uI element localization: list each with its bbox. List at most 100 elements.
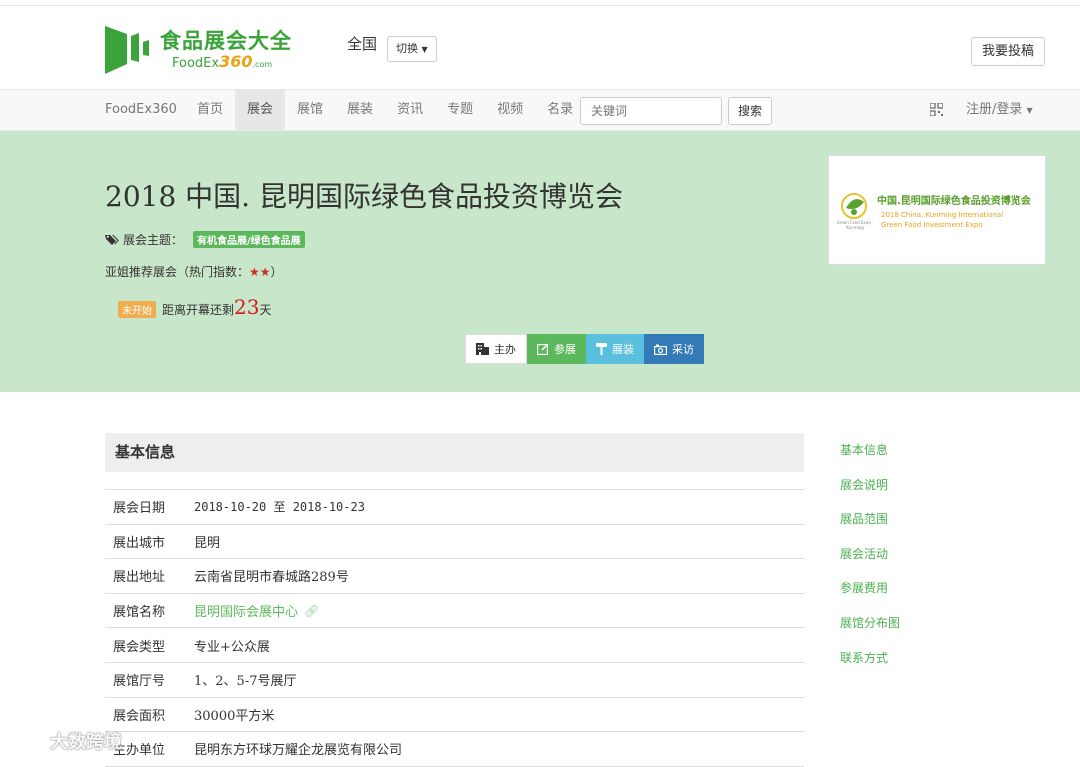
row-value: 专业+公众展 (194, 639, 270, 655)
search-button[interactable]: 搜索 (728, 97, 773, 125)
expo-hero: 2018 中国. 昆明国际绿色食品投资博览会 展会主题： 有机食品展/绿色食品展… (0, 131, 1080, 392)
site-logo[interactable]: 食品展会大全 FoodEx360.com (105, 22, 295, 74)
row-value: 2018-10-20 至 2018-10-23 (194, 500, 365, 515)
nav-item-news[interactable]: 资讯 (385, 90, 435, 130)
poster-logo-text: Green Food Expo · Kunming (836, 220, 874, 230)
host-label: 主办 (494, 343, 516, 356)
interview-button[interactable]: 采访 (644, 334, 704, 364)
row-label: 展会面积 (113, 708, 166, 724)
logo-en-prefix: FoodEx (172, 56, 220, 71)
row-value: 1、2、5-7号展厅 (194, 674, 297, 690)
site-header: 食品展会大全 FoodEx360.com 全国 切换 ▼ 我要投稿 (0, 6, 1080, 89)
countdown-prefix: 距离开幕还剩 (162, 303, 235, 317)
countdown-days: 23 (234, 295, 260, 319)
nav-item-directory[interactable]: 名录 (535, 90, 585, 130)
nav-item-venue[interactable]: 展馆 (285, 90, 335, 130)
side-nav-activities[interactable]: 展会活动 (840, 544, 900, 579)
host-button[interactable]: 主办 (465, 334, 527, 364)
status-badge: 未开始 (118, 301, 156, 318)
recommend-close: ） (270, 265, 283, 279)
recommend-line: 亚姐推荐展会（热门指数：★★） (105, 263, 283, 280)
row-label: 展会类型 (113, 639, 166, 655)
expo-action-group: 主办 参展 展装 采访 (465, 334, 704, 364)
nav-item-video[interactable]: 视频 (485, 90, 535, 130)
qr-code-icon[interactable] (930, 103, 943, 116)
logo-en-num: 360 (219, 52, 253, 71)
green-food-logo-icon (841, 193, 867, 219)
table-row: 展馆名称 昆明国际会展中心 🔗︎ (105, 594, 804, 629)
row-label: 展出城市 (113, 535, 166, 551)
venue-link[interactable]: 昆明国际会展中心 (194, 601, 298, 620)
row-value: 昆明 (194, 535, 221, 551)
nav-item-booth[interactable]: 展装 (335, 90, 385, 130)
side-nav-basic-info[interactable]: 基本信息 (840, 440, 900, 475)
watermark: 大数跨境 (10, 728, 122, 754)
building-icon (476, 343, 489, 355)
countdown: 未开始 距离开幕还剩 23 天 (118, 295, 271, 319)
hot-stars: ★★ (249, 265, 271, 279)
table-row: 展会面积 30000平方米 (105, 698, 804, 733)
row-label: 展馆名称 (113, 605, 166, 621)
side-nav-description[interactable]: 展会说明 (840, 475, 900, 510)
section-side-nav: 基本信息 展会说明 展品范围 展会活动 参展费用 展馆分布图 联系方式 (840, 440, 900, 682)
switch-label: 切换 (396, 42, 418, 55)
side-nav-contact[interactable]: 联系方式 (840, 648, 900, 683)
nav-item-expo[interactable]: 展会 (235, 90, 286, 130)
logo-mark-icon (105, 26, 149, 74)
table-row: 主办单位 昆明东方环球万耀企龙展览有限公司 (105, 732, 804, 767)
row-value: 云南省昆明市春城路289号 (194, 570, 349, 586)
caret-down-icon: ▼ (421, 45, 428, 54)
nav-items: 首页 展会 展馆 展装 资讯 专题 视频 名录 (185, 90, 585, 130)
main-navbar: FoodEx360 首页 展会 展馆 展装 资讯 专题 视频 名录 搜索 注册/… (0, 89, 1080, 131)
booth-build-button[interactable]: 展装 (586, 334, 644, 364)
poster-title-en-2: Green Food Investment Expo (881, 221, 983, 229)
edit-icon (537, 343, 549, 355)
nav-item-topics[interactable]: 专题 (435, 90, 485, 130)
table-row: 展馆厅号 1、2、5-7号展厅 (105, 663, 804, 698)
region-label: 全国 (347, 35, 378, 53)
nav-brand[interactable]: FoodEx360 (105, 90, 177, 130)
side-nav-fees[interactable]: 参展费用 (840, 578, 900, 613)
logo-name-cn: 食品展会大全 (160, 29, 292, 53)
poster-title-cn: 中国.昆明国际绿色食品投资博览会 (877, 196, 1031, 207)
logo-name-en: FoodEx360.com (172, 52, 272, 71)
theme-label: 展会主题： (123, 233, 184, 247)
countdown-suffix: 天 (259, 303, 272, 317)
side-nav-exhibit-scope[interactable]: 展品范围 (840, 509, 900, 544)
row-label: 展出地址 (113, 570, 166, 586)
row-value: 昆明东方环球万耀企龙展览有限公司 (194, 743, 403, 759)
logo-en-suffix: .com (252, 60, 273, 69)
poster-title-en-1: 2018 China. Kunming International (881, 211, 1004, 219)
table-row: 展出地址 云南省昆明市春城路289号 (105, 559, 804, 594)
table-row: 展会类型 专业+公众展 (105, 628, 804, 663)
region-switch-button[interactable]: 切换 ▼ (387, 36, 437, 62)
table-row: 展出城市 昆明 (105, 525, 804, 560)
watermark-text: 大数跨境 (50, 732, 122, 753)
login-label: 注册/登录 (966, 102, 1023, 117)
row-label: 展馆厅号 (113, 674, 166, 690)
interview-label: 采访 (672, 343, 694, 356)
basic-info-table: 展会日期 2018-10-20 至 2018-10-23 展出城市 昆明 展出地… (105, 489, 804, 767)
booth-build-label: 展装 (612, 343, 634, 356)
row-label: 展会日期 (113, 501, 166, 517)
basic-info-panel: 基本信息 展会日期 2018-10-20 至 2018-10-23 展出城市 昆… (105, 433, 804, 767)
expo-title: 2018 中国. 昆明国际绿色食品投资博览会 (105, 180, 623, 213)
row-value: 30000平方米 (194, 708, 275, 724)
recommend-text: 亚姐推荐展会（热门指数： (105, 265, 250, 279)
search-input[interactable] (580, 97, 722, 125)
watermark-logo-icon (12, 731, 49, 750)
paint-roller-icon (596, 343, 607, 355)
contribute-button[interactable]: 我要投稿 (970, 37, 1045, 66)
exhibit-button[interactable]: 参展 (527, 334, 586, 364)
link-icon[interactable]: 🔗︎ (304, 604, 319, 618)
login-register-link[interactable]: 注册/登录 ▼ (966, 90, 1033, 131)
table-row: 展会日期 2018-10-20 至 2018-10-23 (105, 490, 804, 525)
expo-poster[interactable]: Green Food Expo · Kunming 中国.昆明国际绿色食品投资博… (828, 155, 1046, 265)
theme-tag[interactable]: 有机食品展/绿色食品展 (193, 231, 305, 248)
side-nav-floor-plan[interactable]: 展馆分布图 (840, 613, 900, 648)
nav-item-home[interactable]: 首页 (185, 90, 235, 130)
caret-down-icon: ▼ (1026, 106, 1033, 115)
basic-info-heading: 基本信息 (105, 433, 804, 472)
expo-theme-row: 展会主题： 有机食品展/绿色食品展 (105, 231, 305, 248)
exhibit-label: 参展 (554, 343, 576, 356)
